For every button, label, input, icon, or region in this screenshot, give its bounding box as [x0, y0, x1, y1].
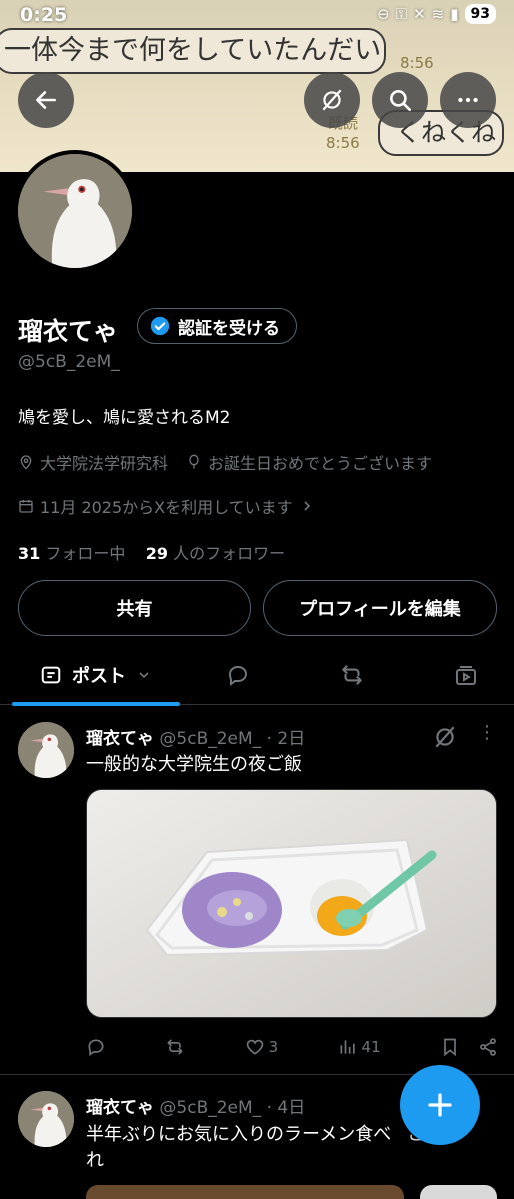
post-author-name[interactable]: 瑠衣てゃ [86, 1098, 154, 1118]
grok-button[interactable] [304, 72, 360, 128]
get-verified-label: 認証を受ける [178, 318, 280, 339]
status-bar: 0:25 ⊖ ⚿ ✕ ≋ ▮ 93 [0, 0, 514, 28]
banner-chat-time: 8:56 [326, 134, 360, 152]
reply-button[interactable] [86, 1037, 106, 1057]
followers-link[interactable]: 29 人のフォロワー [146, 544, 285, 563]
active-tab-indicator [12, 702, 180, 706]
location-icon [20, 455, 32, 470]
repost-tab-icon [342, 665, 362, 685]
calendar-icon [19, 500, 33, 513]
back-button[interactable] [18, 72, 74, 128]
post-author-handle: @5cB_2eM_ [159, 729, 262, 749]
posts-tab-icon [41, 666, 61, 684]
search-button[interactable] [372, 72, 428, 128]
signal-icon: ▮ [450, 5, 459, 23]
post-media-image[interactable] [86, 1185, 404, 1199]
reply-tab-icon [228, 665, 248, 686]
share-icon[interactable] [478, 1037, 498, 1057]
profile-meta-row: 大学院法学研究科 お誕生日おめでとうございます [18, 450, 432, 474]
views-button[interactable]: 41 [338, 1037, 381, 1057]
get-verified-button[interactable]: 認証を受ける [137, 308, 297, 344]
post-author-handle: @5cB_2eM_ [159, 1098, 262, 1118]
views-icon [340, 1040, 355, 1054]
post-time: · 2日 [266, 729, 306, 749]
post-media-image[interactable] [420, 1185, 497, 1199]
profile-birthday: お誕生日おめでとうございます [208, 454, 433, 473]
key-icon: ⚿ [395, 5, 408, 23]
post-media-image[interactable] [86, 789, 497, 1018]
like-button[interactable]: 3 [245, 1037, 279, 1057]
post-actions: 3 41 [86, 1030, 498, 1064]
post-avatar[interactable] [18, 722, 74, 778]
profile-joined-date: 11月 2025からXを利用しています [40, 498, 293, 517]
like-count: 3 [268, 1038, 279, 1056]
tab-posts[interactable]: ポスト [12, 645, 180, 706]
profile-joined-row[interactable]: 11月 2025からXを利用しています [18, 494, 315, 518]
pigeon-avatar-image [18, 1091, 74, 1147]
post-header: 瑠衣てゃ @5cB_2eM_ · 4日 [86, 1093, 305, 1118]
profile-location: 大学院法学研究科 [40, 454, 169, 473]
chevron-down-icon [139, 672, 149, 679]
mute-icon: ✕ [413, 5, 426, 23]
compose-post-button[interactable] [400, 1065, 480, 1145]
grok-icon[interactable] [432, 724, 458, 750]
like-icon [246, 1039, 263, 1055]
following-label: フォロー中 [45, 544, 126, 563]
dnd-icon: ⊖ [377, 5, 390, 23]
post-author-name[interactable]: 瑠衣てゃ [86, 729, 154, 749]
battery-indicator: 93 [464, 4, 496, 24]
tab-replies[interactable] [210, 645, 266, 705]
media-tab-icon [456, 666, 476, 685]
post-more-icon[interactable]: ⋮ [478, 722, 496, 743]
tab-media[interactable] [438, 645, 494, 705]
post-avatar[interactable] [18, 1091, 74, 1147]
more-button[interactable] [440, 72, 496, 128]
display-name: 瑠衣てゃ [18, 317, 119, 346]
more-icon [458, 97, 478, 103]
edit-profile-button[interactable]: プロフィールを編集 [263, 580, 497, 636]
bookmark-icon[interactable] [440, 1037, 460, 1057]
profile-handle: @5cB_2eM_ [18, 352, 120, 372]
following-count: 31 [18, 544, 41, 563]
verified-badge-icon [150, 316, 170, 336]
status-time: 0:25 [20, 4, 68, 26]
follow-stats: 31 フォロー中 29 人のフォロワー [18, 540, 285, 564]
post-header: 瑠衣てゃ @5cB_2eM_ · 2日 [86, 724, 305, 749]
wifi-icon: ≋ [431, 5, 445, 23]
pigeon-avatar-image [18, 154, 132, 268]
banner-chat-time: 8:56 [400, 54, 434, 72]
post-text-line-1: 半年ぶりにお気に入りのラーメン食べ [86, 1124, 392, 1145]
profile-tabs: ポスト [0, 645, 514, 706]
status-icons: ⊖ ⚿ ✕ ≋ ▮ 93 [377, 4, 496, 24]
followers-count: 29 [145, 544, 168, 563]
tab-posts-label: ポスト [72, 666, 126, 687]
share-button[interactable]: 共有 [18, 580, 251, 636]
post-secondary-actions [440, 1037, 498, 1057]
grok-icon [322, 89, 342, 111]
repost-icon [167, 1039, 183, 1055]
balloon-icon [189, 454, 199, 469]
back-arrow-icon [36, 91, 56, 109]
profile-avatar[interactable] [14, 150, 136, 272]
banner-chat-bubble: 一体今まで何をしていたんだい [0, 28, 386, 74]
profile-bio: 鳩を愛し、鳩に愛されるM2 [18, 408, 231, 428]
following-link[interactable]: 31 フォロー中 [18, 544, 125, 563]
view-count: 41 [361, 1038, 381, 1056]
pigeon-avatar-image [18, 722, 74, 778]
followers-label: 人のフォロワー [173, 544, 286, 563]
post-text: 一般的な大学院生の夜ご飯 [86, 754, 302, 775]
search-icon [390, 90, 412, 112]
reply-icon [88, 1039, 104, 1057]
plus-icon [428, 1093, 452, 1117]
tab-reposts[interactable] [324, 645, 380, 705]
post-time: · 4日 [266, 1098, 306, 1118]
repost-button[interactable] [165, 1037, 185, 1057]
post-text-line-2: れ [86, 1150, 104, 1171]
chevron-right-icon [304, 501, 310, 511]
food-photo [87, 790, 496, 1017]
